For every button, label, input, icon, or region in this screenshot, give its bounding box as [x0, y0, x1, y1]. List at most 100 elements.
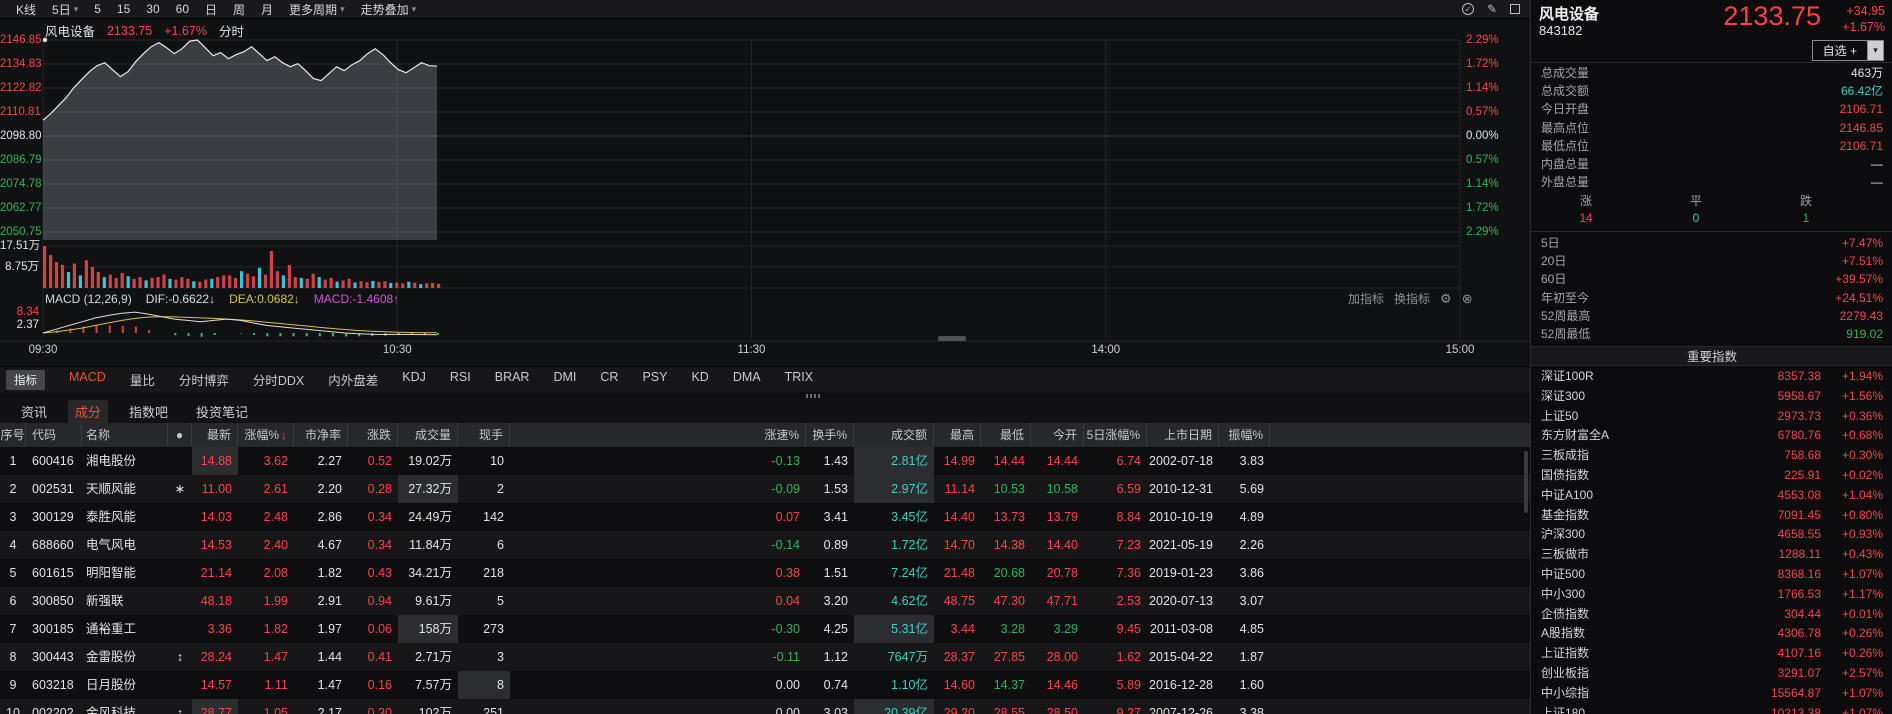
index-row-中证A100[interactable]: 中证A1004553.08+1.04%	[1531, 486, 1892, 506]
index-row-中小300[interactable]: 中小3001766.53+1.17%	[1531, 585, 1892, 605]
index-row-深证300[interactable]: 深证3005958.67+1.56%	[1531, 387, 1892, 407]
column-header-名称[interactable]: 名称	[82, 423, 168, 447]
column-header-●[interactable]: ●	[168, 423, 192, 447]
gear-icon[interactable]: ⚙	[1440, 290, 1452, 308]
toolbar-item-走势叠加[interactable]: 走势叠加▾	[361, 1, 417, 18]
index-row-企债指数[interactable]: 企债指数304.44+0.01%	[1531, 605, 1892, 625]
indicator-tab-内外盘差[interactable]: 内外盘差	[328, 370, 378, 389]
index-row-中小综指[interactable]: 中小综指15564.87+1.07%	[1531, 684, 1892, 704]
column-header-振幅%[interactable]: 振幅%	[1219, 423, 1270, 447]
close-icon[interactable]: ⊗	[1462, 290, 1473, 308]
indicator-tab-分时博弈[interactable]: 分时博弈	[179, 370, 229, 389]
indicator-tab-KDJ[interactable]: KDJ	[402, 370, 426, 389]
column-header-换手%[interactable]: 换手%	[806, 423, 854, 447]
add-watchlist-button[interactable]: 自选 +	[1812, 40, 1868, 61]
splitter-grip-icon[interactable]	[806, 394, 822, 398]
table-row[interactable]: 9603218日月股份14.571.111.470.167.57万80.000.…	[0, 671, 1530, 699]
tab-投资笔记[interactable]: 投资笔记	[189, 400, 255, 423]
indicator-tab-PSY[interactable]: PSY	[642, 370, 667, 389]
table-row[interactable]: 7300185通裕重工3.361.821.970.06158万273-0.304…	[0, 615, 1530, 643]
table-row[interactable]: 1600416湘电股份14.883.622.270.5219.02万10-0.1…	[0, 447, 1530, 475]
add-indicator-button[interactable]: 加指标	[1348, 290, 1384, 308]
tab-资讯[interactable]: 资讯	[14, 400, 54, 423]
cell-序号: 3	[0, 503, 26, 531]
indicator-tab-DMA[interactable]: DMA	[733, 370, 761, 389]
cell-涨幅%: 2.40	[238, 531, 294, 559]
toolbar-item-周[interactable]: 周	[233, 1, 245, 18]
cell-代码: 002202	[26, 699, 82, 714]
indicator-tab-RSI[interactable]: RSI	[450, 370, 471, 389]
indicator-tab-DMI[interactable]: DMI	[553, 370, 576, 389]
splitter-bar[interactable]	[0, 392, 1530, 399]
tab-指数吧[interactable]: 指数吧	[122, 400, 175, 423]
table-row[interactable]: 4688660电气风电14.532.404.670.3411.84万6-0.14…	[0, 531, 1530, 559]
toolbar-item-月[interactable]: 月	[261, 1, 273, 18]
toolbar-item-60[interactable]: 60	[176, 1, 189, 18]
column-header-上市日期[interactable]: 上市日期	[1147, 423, 1219, 447]
column-header-代码[interactable]: 代码	[26, 423, 82, 447]
stat-label: 内盘总量	[1541, 155, 1589, 173]
watchlist-dropdown-button[interactable]: ▾	[1868, 40, 1884, 61]
table-header-row[interactable]: 序号代码名称●最新涨幅%↓市净率涨跌成交量现手涨速%换手%成交额最高最低今开5日…	[0, 423, 1530, 447]
intraday-chart-canvas[interactable]	[0, 19, 1530, 366]
index-row-上证指数[interactable]: 上证指数4107.16+0.26%	[1531, 644, 1892, 664]
toolbar-item-K线[interactable]: K线	[16, 1, 36, 18]
macd-param-label: MACD (12,26,9)	[45, 290, 132, 308]
cell-上市日期: 2016-12-28	[1147, 671, 1219, 699]
intraday-chart-panel[interactable]: 风电设备 2133.75 +1.67% 分时 2146.852134.83212…	[0, 19, 1530, 366]
index-row-基金指数[interactable]: 基金指数7091.45+0.80%	[1531, 506, 1892, 526]
column-header-成交额[interactable]: 成交额	[854, 423, 934, 447]
column-header-5日涨幅%[interactable]: 5日涨幅%	[1084, 423, 1147, 447]
table-row[interactable]: 6300850新强联48.181.992.910.949.61万50.043.2…	[0, 587, 1530, 615]
toolbar-item-日[interactable]: 日	[205, 1, 217, 18]
index-row-上证50[interactable]: 上证502973.73+0.36%	[1531, 407, 1892, 427]
table-row[interactable]: 8300443金雷股份↕28.241.471.440.412.71万3-0.11…	[0, 643, 1530, 671]
indicator-tab-BRAR[interactable]: BRAR	[495, 370, 530, 389]
table-row[interactable]: 5601615明阳智能21.142.081.820.4334.21万2180.3…	[0, 559, 1530, 587]
column-header-成交量[interactable]: 成交量	[398, 423, 458, 447]
toolbar-item-更多周期[interactable]: 更多周期▾	[289, 1, 345, 18]
indicator-tab-KD[interactable]: KD	[691, 370, 708, 389]
index-row-沪深300[interactable]: 沪深3004658.55+0.93%	[1531, 525, 1892, 545]
cell-涨幅%: 1.99	[238, 587, 294, 615]
column-header-最低[interactable]: 最低	[981, 423, 1031, 447]
index-row-三板做市[interactable]: 三板做市1288.11+0.43%	[1531, 545, 1892, 565]
table-row[interactable]: 3300129泰胜风能14.032.482.860.3424.49万1420.0…	[0, 503, 1530, 531]
indicator-menu-button[interactable]: 指标	[6, 370, 45, 390]
column-header-市净率[interactable]: 市净率	[294, 423, 348, 447]
indicator-tab-分时DDX[interactable]: 分时DDX	[253, 370, 304, 389]
toolbar-item-15[interactable]: 15	[117, 1, 130, 18]
column-header-最新[interactable]: 最新	[192, 423, 238, 447]
switch-indicator-button[interactable]: 换指标	[1394, 290, 1430, 308]
index-row-三板成指[interactable]: 三板成指758.68+0.30%	[1531, 446, 1892, 466]
toolbar-item-30[interactable]: 30	[146, 1, 159, 18]
toolbar-item-5[interactable]: 5	[94, 1, 101, 18]
fullscreen-icon[interactable]	[1510, 4, 1520, 14]
index-row-A股指数[interactable]: A股指数4306.78+0.26%	[1531, 624, 1892, 644]
column-header-涨跌[interactable]: 涨跌	[348, 423, 398, 447]
index-row-国债指数[interactable]: 国债指数225.91+0.02%	[1531, 466, 1892, 486]
column-header-序号[interactable]: 序号	[0, 423, 26, 447]
column-header-涨幅%[interactable]: 涨幅%↓	[238, 423, 294, 447]
index-row-上证180[interactable]: 上证18010213.38+1.07%	[1531, 704, 1892, 714]
column-header-现手[interactable]: 现手	[458, 423, 510, 447]
draw-tool-icon[interactable]: ✎	[1487, 3, 1497, 15]
table-row[interactable]: 2002531天顺风能∗11.002.612.200.2827.32万2-0.0…	[0, 475, 1530, 503]
circle-check-icon[interactable]: ✓	[1462, 3, 1474, 15]
table-scrollbar[interactable]	[1524, 451, 1528, 513]
indicator-tab-TRIX[interactable]: TRIX	[785, 370, 813, 389]
table-row[interactable]: 10002202金风科技↕28.771.052.170.30102万2510.0…	[0, 699, 1530, 714]
toolbar-item-5日[interactable]: 5日▾	[52, 1, 78, 18]
indicator-tab-量比[interactable]: 量比	[130, 370, 155, 389]
indicator-tab-MACD[interactable]: MACD	[69, 370, 106, 389]
indicator-tab-CR[interactable]: CR	[600, 370, 618, 389]
index-row-创业板指[interactable]: 创业板指3291.07+2.57%	[1531, 664, 1892, 684]
column-header-今开[interactable]: 今开	[1031, 423, 1084, 447]
tab-成分[interactable]: 成分	[68, 400, 108, 423]
period-label: 20日	[1541, 252, 1566, 270]
index-row-深证100R[interactable]: 深证100R8357.38+1.94%	[1531, 367, 1892, 387]
column-header-最高[interactable]: 最高	[934, 423, 981, 447]
column-header-涨速%[interactable]: 涨速%	[510, 423, 806, 447]
index-row-东方财富全A[interactable]: 东方财富全A6780.76+0.68%	[1531, 426, 1892, 446]
index-row-中证500[interactable]: 中证5008368.16+1.07%	[1531, 565, 1892, 585]
